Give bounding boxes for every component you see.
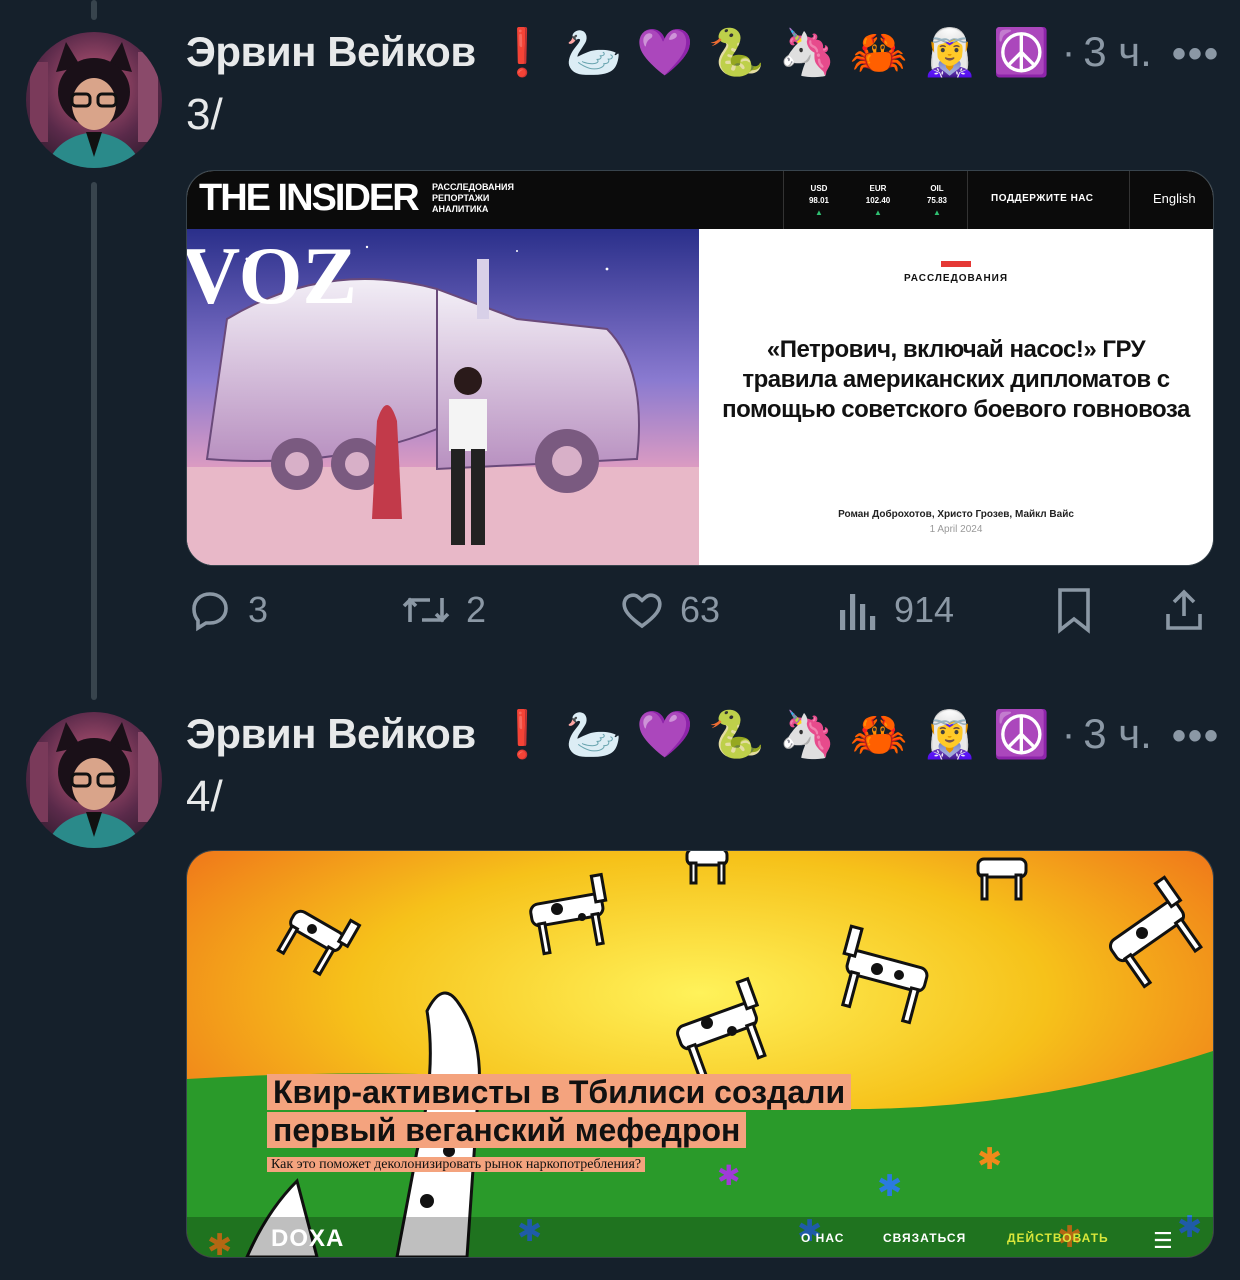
- rate-label: USD: [810, 184, 828, 193]
- elf-emoji: 🧝‍♀️: [921, 707, 979, 761]
- timestamp[interactable]: 3 ч.: [1083, 710, 1152, 758]
- support-link: ПОДДЕРЖИТЕ НАС: [991, 193, 1094, 204]
- tweet-header: Эрвин Вейков ❗ 🦢 💜 🐍 🦄 🦀 🧝‍♀️ ☮️ · 3 ч.: [186, 22, 1152, 82]
- article-headline: «Петрович, включай насос!» ГРУ травила а…: [722, 336, 1190, 423]
- unicorn-emoji: 🦄: [778, 25, 837, 79]
- link-card[interactable]: THE INSIDER РАССЛЕДОВАНИЯ РЕПОРТАЖИ АНАЛ…: [186, 170, 1214, 566]
- reply-icon: [192, 592, 228, 632]
- views-button[interactable]: 914: [836, 586, 954, 634]
- article-category: РАССЛЕДОВАНИЯ: [903, 273, 1009, 284]
- article-summary: РАССЛЕДОВАНИЯ «Петрович, включай насос!»…: [699, 229, 1213, 565]
- reply-count: 3: [248, 589, 269, 630]
- timestamp[interactable]: 3 ч.: [1083, 28, 1152, 76]
- tagline-item: РАССЛЕДОВАНИЯ: [432, 182, 514, 192]
- avatar[interactable]: [26, 32, 162, 168]
- elf-emoji: 🧝‍♀️: [921, 25, 979, 79]
- exclamation-emoji: ❗: [493, 707, 551, 761]
- rate-eur: EUR 102.40 ▲: [858, 183, 898, 219]
- menu-icon: ☰: [1153, 1228, 1173, 1253]
- arrow-up-icon: ▲: [933, 208, 941, 217]
- bookmark-button[interactable]: [1052, 586, 1096, 634]
- purple-heart-emoji: 💜: [636, 707, 694, 761]
- rate-label: OIL: [930, 184, 944, 193]
- more-options-icon[interactable]: •••: [1172, 714, 1220, 759]
- divider: [783, 171, 784, 229]
- headline-line: Квир-активисты в Тбилиси создали: [267, 1074, 852, 1110]
- share-icon: [1166, 589, 1202, 630]
- svg-text:✱: ✱: [717, 1159, 740, 1192]
- svg-text:✱: ✱: [977, 1142, 1002, 1177]
- share-button[interactable]: [1160, 586, 1208, 634]
- article-subtitle: Как это поможет деколонизировать рынок н…: [267, 1157, 646, 1173]
- divider: [967, 171, 968, 229]
- retweet-icon: [402, 597, 450, 623]
- unicorn-emoji: 🦄: [778, 707, 837, 761]
- site-logo: THE INSIDER: [199, 177, 420, 219]
- peace-emoji: ☮️: [992, 25, 1050, 79]
- snake-emoji: 🐍: [707, 25, 765, 79]
- author-name[interactable]: Эрвин Вейков: [186, 710, 476, 758]
- subtitle-text: Как это поможет деколонизировать рынок н…: [267, 1157, 646, 1172]
- purple-heart-emoji: 💜: [636, 25, 694, 79]
- tweet-actions: 3 2 63 914: [186, 586, 1212, 646]
- author-name[interactable]: Эрвин Вейков: [186, 28, 476, 76]
- emoji-badges: ❗ 🦢 💜 🐍 🦄 🦀 🧝‍♀️ ☮️: [494, 29, 1050, 75]
- image-text: VOZ: [187, 230, 357, 321]
- nav-item-about: О НАС: [801, 1231, 845, 1245]
- rate-usd: USD 98.01 ▲: [799, 183, 839, 219]
- nav-item-act: ДЕЙСТВОВАТЬ: [1007, 1231, 1109, 1245]
- site-tagline: РАССЛЕДОВАНИЯ РЕПОРТАЖИ АНАЛИТИКА: [432, 182, 514, 215]
- article-date: 1 April 2024: [929, 524, 983, 535]
- link-card[interactable]: ✱ ✱ ✱ ✱ ✱ ✱ ✱ ✱ Квир-активисты в Тбилиси созд…: [186, 850, 1214, 1258]
- retweet-count: 2: [466, 589, 487, 630]
- retweet-button[interactable]: 2: [400, 586, 486, 634]
- article-headline: Квир-активисты в Тбилиси создали первый …: [267, 1073, 852, 1149]
- nav-item-contact: СВЯЗАТЬСЯ: [883, 1231, 967, 1245]
- bookmark-icon: [1058, 588, 1090, 634]
- rate-value: 75.83: [926, 196, 948, 205]
- language-link: English: [1153, 191, 1196, 206]
- time-separator: ·: [1061, 711, 1076, 756]
- snake-emoji: 🐍: [707, 707, 765, 761]
- like-button[interactable]: 63: [618, 586, 720, 634]
- site-header: THE INSIDER РАССЛЕДОВАНИЯ РЕПОРТАЖИ АНАЛ…: [187, 171, 1213, 229]
- tweet-text: 3/: [186, 90, 223, 139]
- article-illustration: ✱✱✱ ✱ ✱✱✱ ✱: [187, 851, 1213, 1257]
- peace-emoji: ☮️: [992, 707, 1050, 761]
- tweet-text: 4/: [186, 772, 223, 821]
- tweet-header: Эрвин Вейков ❗ 🦢 💜 🐍 🦄 🦀 🧝‍♀️ ☮️ · 3 ч.: [186, 704, 1152, 764]
- like-count: 63: [680, 589, 721, 630]
- site-logo: DOXA: [271, 1225, 345, 1252]
- arrow-up-icon: ▲: [874, 208, 882, 217]
- more-options-icon[interactable]: •••: [1172, 32, 1220, 77]
- divider: [1129, 171, 1130, 229]
- views-icon: [840, 594, 876, 630]
- rate-value: 98.01: [808, 196, 830, 205]
- crab-emoji: 🦀: [850, 25, 908, 79]
- exclamation-emoji: ❗: [493, 25, 551, 79]
- emoji-badges: ❗ 🦢 💜 🐍 🦄 🦀 🧝‍♀️ ☮️: [494, 711, 1050, 757]
- avatar[interactable]: [26, 712, 162, 848]
- tagline-item: РЕПОРТАЖИ: [432, 193, 490, 203]
- view-count: 914: [894, 589, 955, 630]
- article-illustration: VOZ: [187, 229, 699, 565]
- rate-value: 102.40: [865, 196, 891, 205]
- thread-line: [91, 0, 97, 20]
- category-marker: [941, 261, 971, 267]
- swan-emoji: 🦢: [564, 25, 623, 79]
- article-authors: Роман Доброхотов, Христо Грозев, Майкл В…: [838, 509, 1074, 520]
- crab-emoji: 🦀: [850, 707, 908, 761]
- time-separator: ·: [1061, 29, 1076, 74]
- arrow-up-icon: ▲: [815, 208, 823, 217]
- swan-emoji: 🦢: [564, 707, 623, 761]
- headline-line: первый веганский мефедрон: [267, 1112, 747, 1148]
- thread-line: [91, 182, 97, 700]
- svg-text:✱: ✱: [877, 1169, 902, 1204]
- heart-icon: [622, 593, 662, 629]
- rate-oil: OIL 75.83 ▲: [917, 183, 957, 219]
- reply-button[interactable]: 3: [186, 586, 268, 634]
- tagline-item: АНАЛИТИКА: [432, 204, 489, 214]
- rate-label: EUR: [869, 184, 887, 193]
